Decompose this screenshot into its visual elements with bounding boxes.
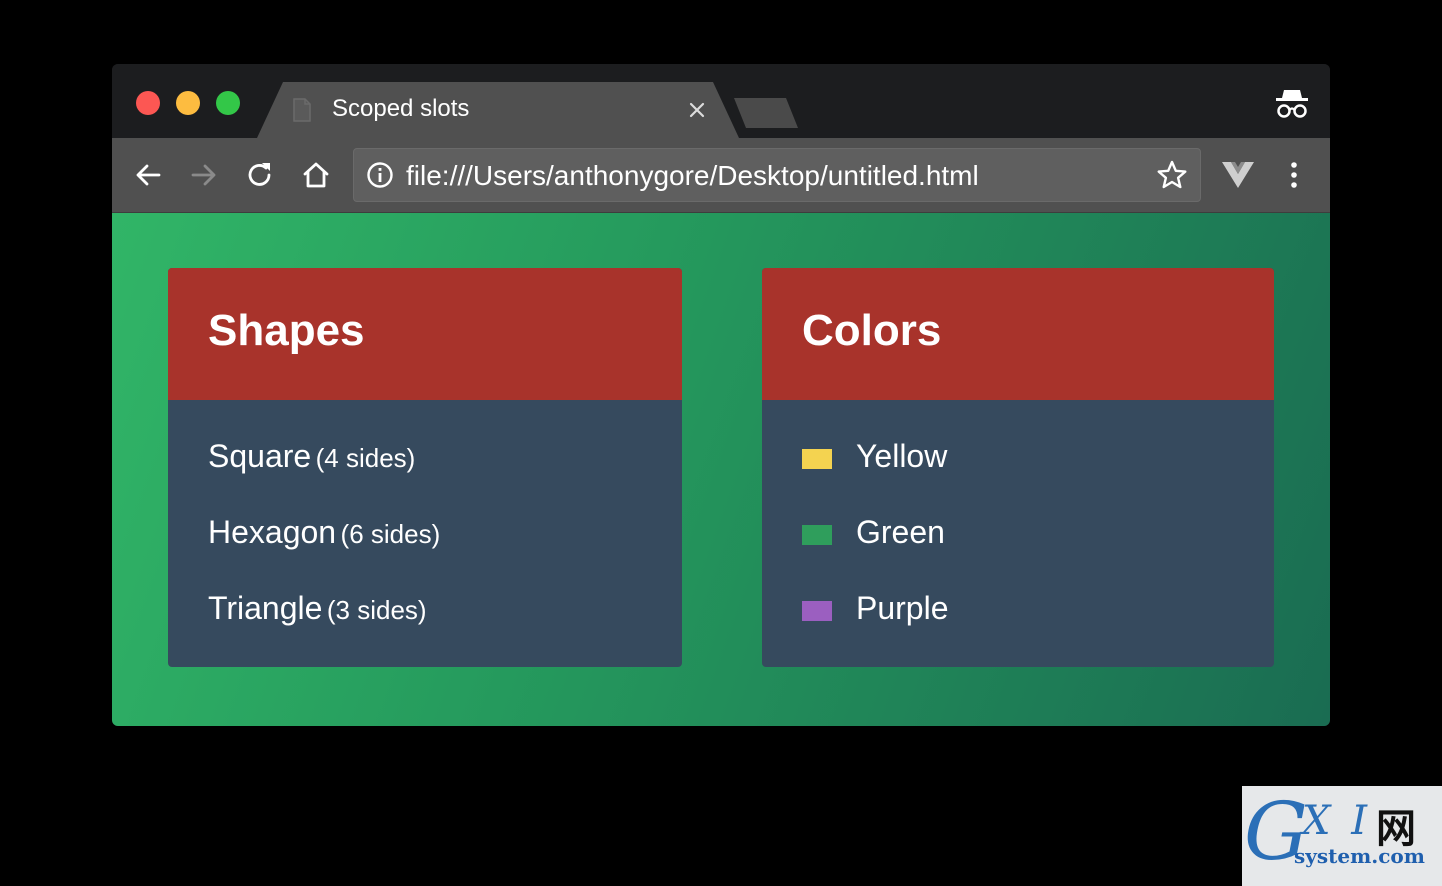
star-icon[interactable] (1156, 159, 1188, 191)
shape-name: Square (208, 438, 312, 474)
title-bar: Scoped slots (112, 64, 1330, 138)
maximize-window-button[interactable] (216, 91, 240, 115)
incognito-icon (1276, 90, 1308, 118)
shapes-card-header: Shapes (168, 268, 682, 400)
list-item: Triangle (3 sides) (208, 590, 427, 630)
colors-card-header: Colors (762, 268, 1274, 400)
color-name: Yellow (856, 438, 948, 474)
close-icon[interactable] (687, 100, 707, 120)
shape-sides: (6 sides) (340, 519, 441, 549)
minimize-window-button[interactable] (176, 91, 200, 115)
url-text: file:///Users/anthonygore/Desktop/untitl… (406, 160, 979, 191)
info-icon[interactable] (366, 161, 394, 189)
document-icon (293, 98, 311, 122)
color-name: Purple (856, 590, 949, 626)
back-arrow-icon[interactable] (131, 158, 165, 192)
page-content: Shapes Square (4 sides) Hexagon (6 sides… (112, 213, 1330, 726)
colors-card-title: Colors (802, 306, 942, 355)
vue-devtools-icon[interactable] (1220, 158, 1256, 192)
watermark-site: system.com (1294, 844, 1425, 868)
color-swatch (802, 449, 832, 469)
shape-name: Hexagon (208, 514, 337, 550)
shapes-card-title: Shapes (208, 306, 365, 355)
home-icon[interactable] (299, 158, 333, 192)
watermark-logo: G X I 网 system.com (1242, 786, 1442, 886)
close-window-button[interactable] (136, 91, 160, 115)
reload-icon[interactable] (243, 158, 277, 192)
tab-scoped-slots[interactable]: Scoped slots (257, 82, 739, 138)
color-swatch (802, 525, 832, 545)
menu-dots-icon[interactable] (1277, 158, 1311, 192)
color-name: Green (856, 514, 945, 550)
forward-arrow-icon[interactable] (187, 158, 221, 192)
tab-title: Scoped slots (332, 95, 470, 122)
browser-window: Scoped slots file:///Users/anthonygore/D… (112, 64, 1330, 726)
browser-toolbar: file:///Users/anthonygore/Desktop/untitl… (112, 138, 1330, 213)
list-item: Square (4 sides) (208, 438, 415, 478)
new-tab-button[interactable] (734, 98, 798, 128)
shape-sides: (3 sides) (326, 595, 427, 625)
colors-card: Colors Yellow Green Purple (762, 268, 1274, 667)
shape-sides: (4 sides) (315, 443, 416, 473)
shapes-card: Shapes Square (4 sides) Hexagon (6 sides… (168, 268, 682, 667)
watermark-xi: X I (1302, 798, 1371, 844)
list-item: Hexagon (6 sides) (208, 514, 440, 554)
address-bar[interactable]: file:///Users/anthonygore/Desktop/untitl… (353, 148, 1201, 202)
color-swatch (802, 601, 832, 621)
shape-name: Triangle (208, 590, 323, 626)
